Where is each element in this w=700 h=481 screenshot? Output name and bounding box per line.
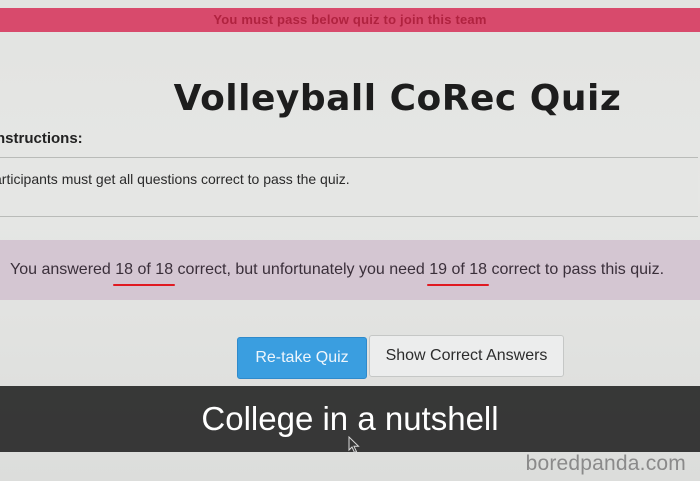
result-text-part2: correct, but unfortunately you need	[173, 261, 430, 278]
instructions-text: articipants must get all questions corre…	[0, 171, 350, 187]
required-score-highlight: 19 of 18	[427, 261, 489, 286]
result-text-part3: correct to pass this quiz.	[487, 261, 665, 278]
retake-quiz-button[interactable]: Re-take Quiz	[237, 337, 367, 379]
watermark: boredpanda.com	[525, 452, 686, 475]
instructions-box	[0, 157, 698, 217]
score-highlight: 18 of 18	[113, 261, 175, 286]
result-message: You answered 18 of 18 correct, but unfor…	[10, 261, 665, 286]
warning-banner: You must pass below quiz to join this te…	[0, 8, 700, 32]
result-text-part1: You answered	[10, 261, 116, 278]
mouse-pointer-icon	[348, 436, 360, 454]
show-correct-answers-button[interactable]: Show Correct Answers	[369, 335, 564, 377]
instructions-label: nstructions:	[0, 130, 83, 147]
page-title: Volleyball CoRec Quiz	[173, 78, 622, 119]
